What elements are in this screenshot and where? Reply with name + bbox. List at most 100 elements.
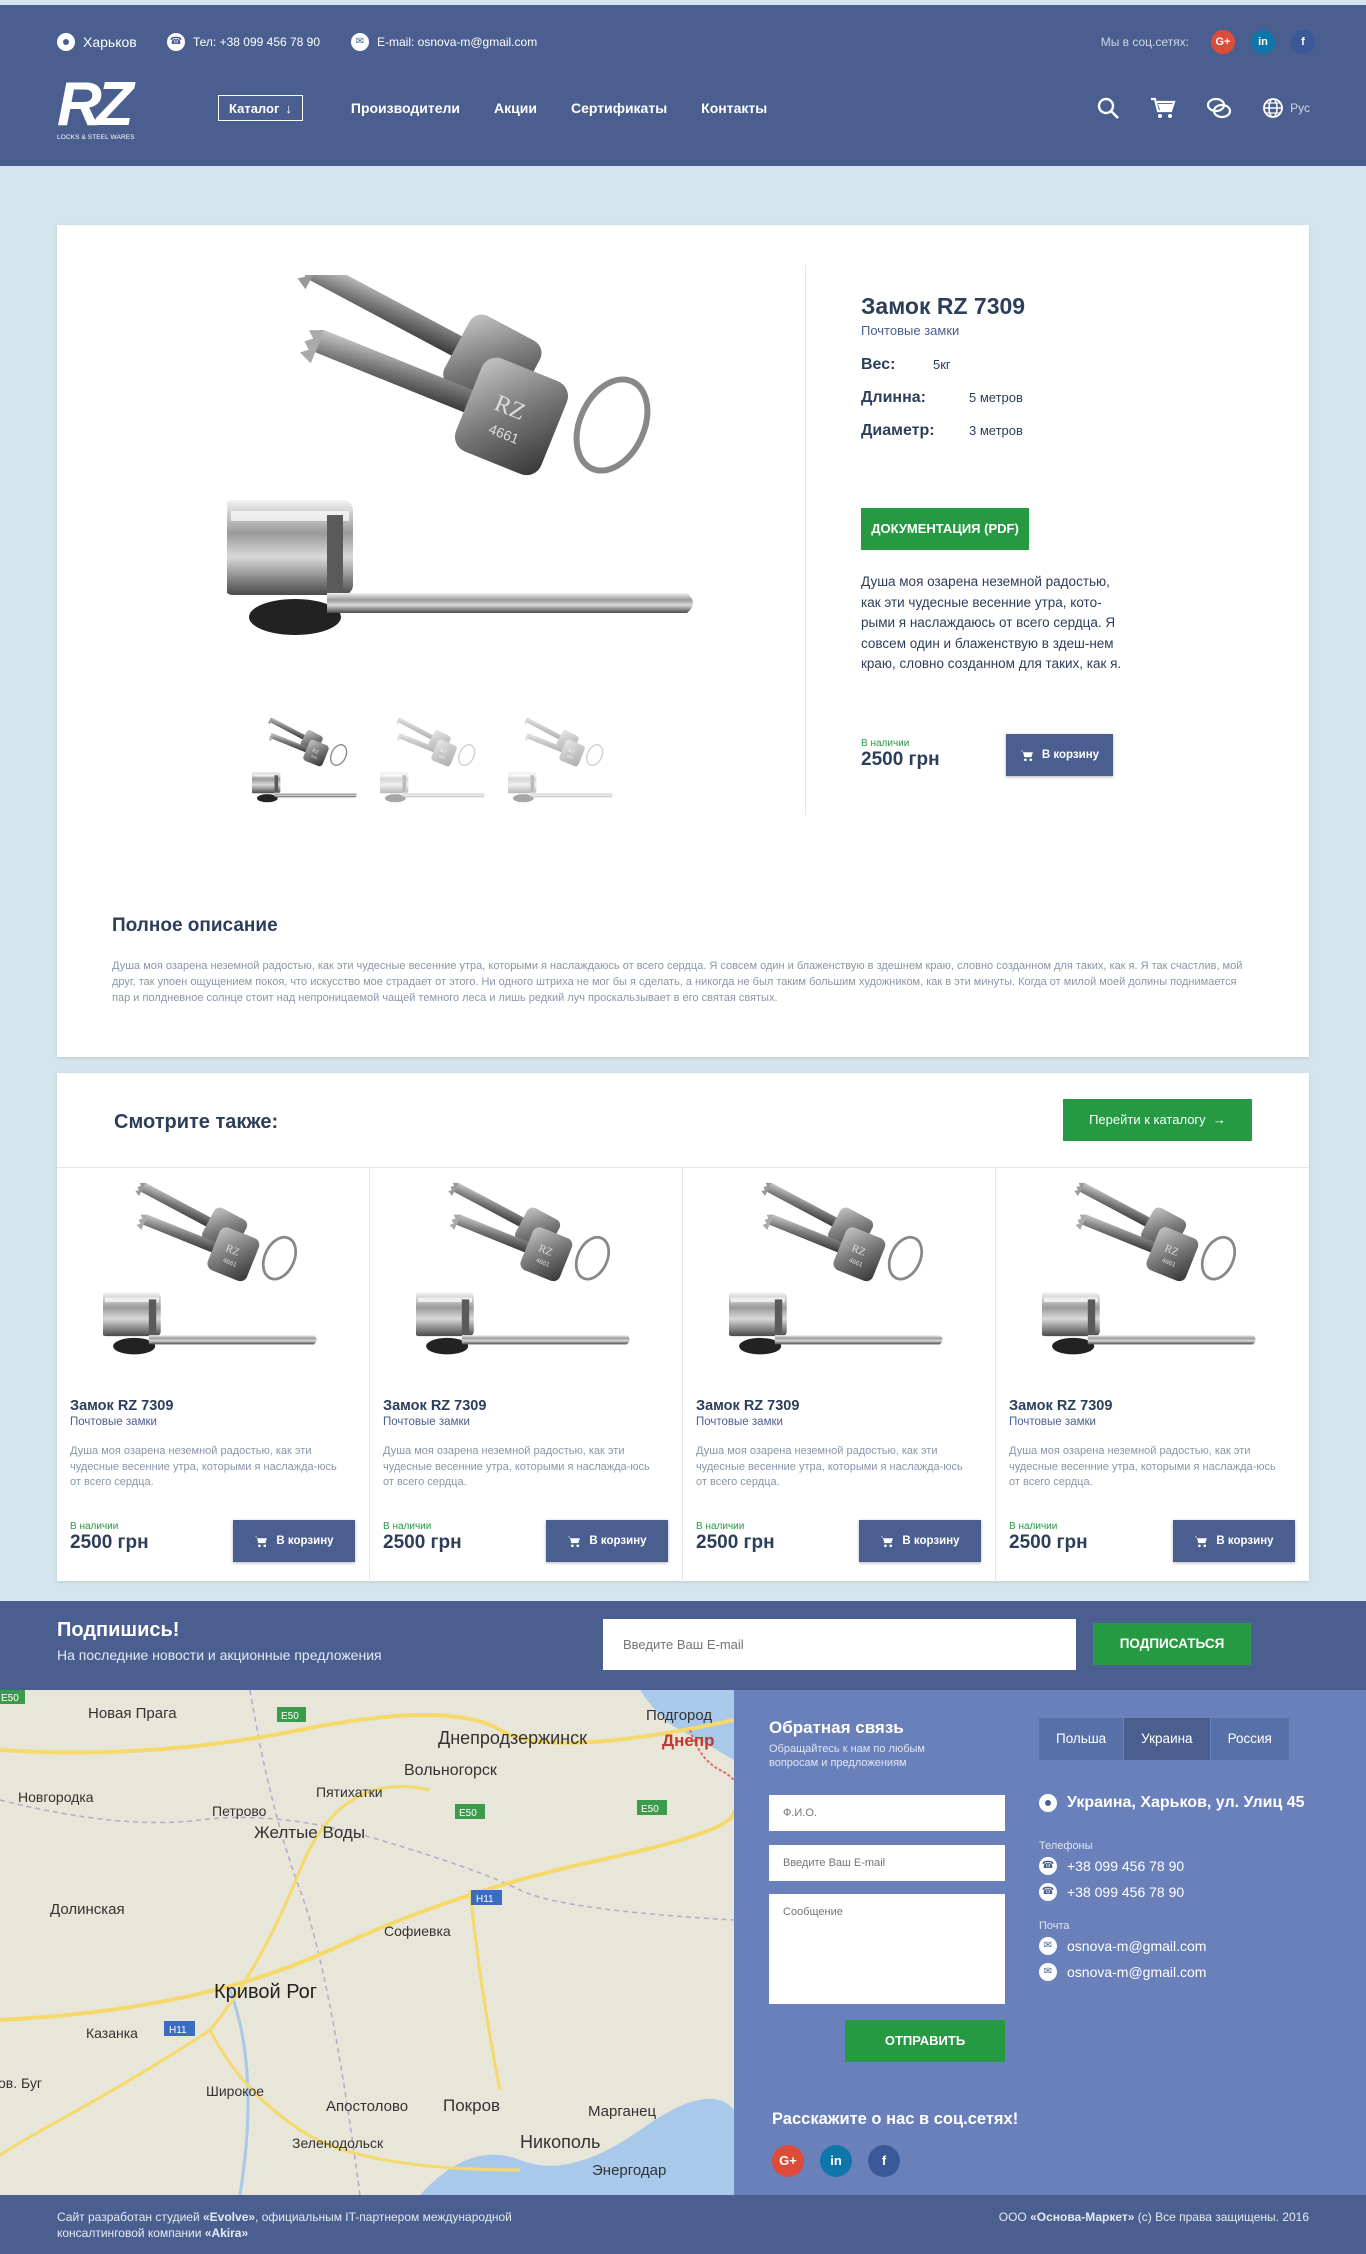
product-category[interactable]: Почтовые замки	[861, 323, 1151, 338]
language-selector[interactable]: Рус	[1262, 97, 1310, 119]
product-tile-image[interactable]	[103, 1174, 323, 1379]
phone-icon: ☎	[1039, 1883, 1057, 1901]
company-link[interactable]: «Akira»	[205, 2226, 248, 2240]
product-tile-name[interactable]: Замок RZ 7309	[696, 1398, 799, 1414]
nav-manufacturers[interactable]: Производители	[351, 100, 460, 116]
copyright-company: «Основа-Маркет»	[1030, 2210, 1135, 2224]
mail-icon: ✉	[351, 33, 369, 51]
nav-contacts[interactable]: Контакты	[701, 100, 767, 116]
product-tile-name[interactable]: Замок RZ 7309	[383, 1398, 486, 1414]
product-tile[interactable]: Замок RZ 7309 Почтовые замки Душа моя оз…	[370, 1168, 683, 1582]
full-description-text: Душа моя озарена неземной радостью, как …	[112, 960, 1243, 1004]
facebook-icon[interactable]: f	[868, 2145, 900, 2177]
catalog-button[interactable]: Каталог ↓	[218, 95, 303, 121]
map[interactable]: Новая Прага Подгород Днепродзержинск Дне…	[0, 1690, 734, 2195]
product-tile-name[interactable]: Замок RZ 7309	[1009, 1398, 1112, 1414]
product-tile-category[interactable]: Почтовые замки	[1009, 1416, 1096, 1428]
add-to-cart-button[interactable]: В корзину	[546, 1520, 668, 1562]
facebook-icon[interactable]: f	[1291, 30, 1315, 54]
product-tile-stock: В наличии 2500 грн	[383, 1521, 462, 1554]
email-contact[interactable]: ✉ E-mail: osnova-m@gmail.com	[351, 33, 537, 51]
add-to-cart-button[interactable]: В корзину	[859, 1520, 981, 1562]
stock-status: В наличии	[70, 1521, 119, 1532]
product-tile[interactable]: Замок RZ 7309 Почтовые замки Душа моя оз…	[683, 1168, 996, 1582]
product-description: Душа моя озарена неземной радостью, как …	[861, 574, 1122, 671]
product-price: 2500 грн	[861, 749, 940, 770]
chat-icon[interactable]	[1206, 96, 1232, 120]
product-tile-image[interactable]	[729, 1174, 949, 1379]
product-tile-image[interactable]	[1042, 1174, 1262, 1379]
google-plus-icon[interactable]: G+	[1211, 30, 1235, 54]
cart-icon	[254, 1536, 268, 1547]
product-main-image[interactable]	[227, 275, 707, 655]
email-address: osnova-m@gmail.com	[1067, 1964, 1207, 1980]
road-shield: E50	[641, 1804, 659, 1815]
map-city-label: Софиевка	[384, 1923, 451, 1939]
product-stock: В наличии 2500 грн	[861, 738, 940, 771]
name-field[interactable]	[769, 1795, 1005, 1831]
tab-russia[interactable]: Россия	[1210, 1718, 1290, 1760]
search-icon[interactable]	[1096, 96, 1120, 120]
product-tile-stock: В наличии 2500 грн	[696, 1521, 775, 1554]
add-to-cart-button[interactable]: В корзину	[1173, 1520, 1295, 1562]
studio-link[interactable]: «Evolve»	[203, 2210, 255, 2224]
map-city-label: Кривой Рог	[214, 1981, 317, 2003]
message-field[interactable]	[769, 1894, 1005, 2004]
thumbnail-1[interactable]	[252, 710, 360, 818]
product-tile-category[interactable]: Почтовые замки	[70, 1416, 157, 1428]
go-to-catalog-button[interactable]: Перейти к каталогу →	[1063, 1099, 1252, 1141]
city-label: Харьков	[83, 34, 137, 50]
nav-certificates[interactable]: Сертификаты	[571, 100, 667, 116]
header-actions: Рус	[1096, 93, 1310, 123]
cart-label: В корзину	[1041, 749, 1100, 761]
product-tile-category[interactable]: Почтовые замки	[383, 1416, 470, 1428]
phone-contact[interactable]: ☎ Тел: +38 099 456 78 90	[167, 33, 320, 51]
google-plus-icon[interactable]: G+	[772, 2145, 804, 2177]
product-tile-name[interactable]: Замок RZ 7309	[70, 1398, 173, 1414]
city-selector[interactable]: Харьков	[57, 33, 137, 51]
related-grid: Замок RZ 7309 Почтовые замки Душа моя оз…	[57, 1167, 1309, 1582]
product-tile-price: 2500 грн	[696, 1532, 775, 1553]
feedback-subtitle: Обращайтесь к нам по любым вопросам и пр…	[769, 1743, 925, 1769]
road-shield: E50	[459, 1808, 477, 1819]
cart-icon[interactable]	[1150, 96, 1176, 120]
cart-label: В корзину	[902, 1535, 960, 1547]
add-to-cart-button[interactable]: В корзину	[233, 1520, 355, 1562]
subscribe-email-input[interactable]	[603, 1619, 1076, 1670]
location-pin-icon	[57, 33, 75, 51]
product-tile[interactable]: Замок RZ 7309 Почтовые замки Душа моя оз…	[996, 1168, 1309, 1582]
phone-row[interactable]: ☎ +38 099 456 78 90	[1039, 1857, 1184, 1875]
add-to-cart-button[interactable]: В корзину	[1006, 734, 1113, 776]
phone-row[interactable]: ☎ +38 099 456 78 90	[1039, 1883, 1184, 1901]
nav-promotions[interactable]: Акции	[494, 100, 537, 116]
mail-icon: ✉	[1039, 1963, 1057, 1981]
map-canvas[interactable]: Новая Прага Подгород Днепродзержинск Дне…	[0, 1690, 734, 2195]
subscribe-button[interactable]: ПОДПИСАТЬСЯ	[1093, 1623, 1251, 1665]
road-shield: H11	[169, 2025, 187, 2036]
logo-mark: RZ	[57, 70, 134, 139]
stock-status: В наличии	[383, 1521, 432, 1532]
product-tile[interactable]: Замок RZ 7309 Почтовые замки Душа моя оз…	[57, 1168, 370, 1582]
site-logo[interactable]: RZ LOCKS & STEEL WARES	[57, 70, 135, 143]
map-city-label: Апостолово	[326, 2098, 408, 2115]
map-city-label: Вольногорск	[404, 1762, 498, 1779]
thumbnail-2[interactable]	[380, 710, 488, 818]
email-field[interactable]	[769, 1845, 1005, 1881]
email-row[interactable]: ✉ osnova-m@gmail.com	[1039, 1963, 1206, 1981]
product-tile-image[interactable]	[416, 1174, 636, 1379]
thumbnail-3[interactable]	[508, 710, 616, 818]
tab-poland[interactable]: Польша	[1039, 1718, 1125, 1760]
linkedin-icon[interactable]: in	[820, 2145, 852, 2177]
linkedin-icon[interactable]: in	[1251, 30, 1275, 54]
product-tile-category[interactable]: Почтовые замки	[696, 1416, 783, 1428]
road-shield: H11	[476, 1894, 494, 1905]
email-row[interactable]: ✉ osnova-m@gmail.com	[1039, 1937, 1206, 1955]
documentation-button[interactable]: ДОКУМЕНТАЦИЯ (PDF)	[861, 508, 1029, 550]
map-city-label: Подгород	[646, 1707, 712, 1724]
phone-label: Тел: +38 099 456 78 90	[193, 35, 321, 49]
related-products: Смотрите также: Перейти к каталогу → Зам…	[57, 1073, 1309, 1582]
spec-key: Вес:	[861, 356, 896, 373]
social-label: Мы в соц.сетях:	[1100, 35, 1189, 49]
send-button[interactable]: ОТПРАВИТЬ	[845, 2020, 1005, 2062]
tab-ukraine[interactable]: Украина	[1124, 1718, 1211, 1760]
